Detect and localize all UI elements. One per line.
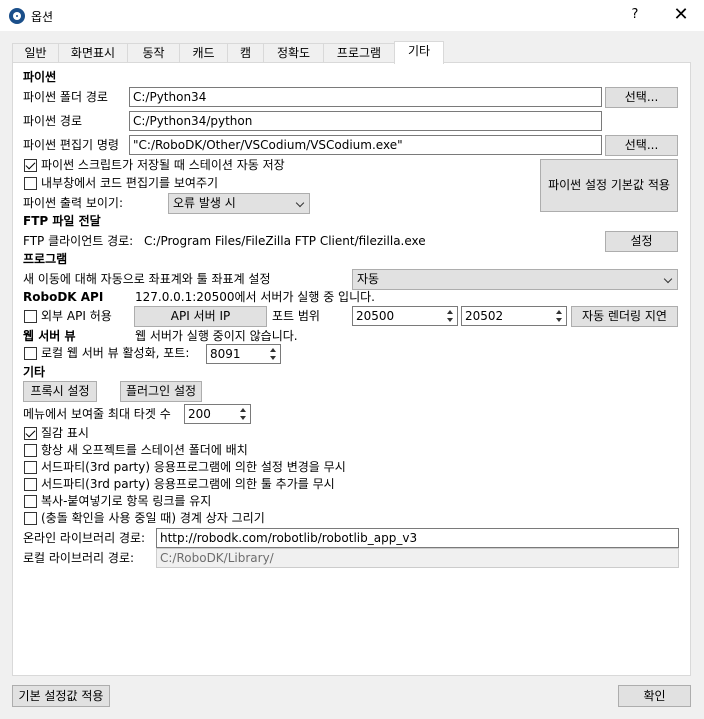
internal-editor-label: 내부창에서 코드 편집기를 보여주기 [41, 176, 219, 190]
station-folder-label: 항상 새 오프젝트를 스테이션 폴더에 배치 [41, 443, 248, 457]
python-output-label: 파이썬 출력 보이기: [23, 196, 123, 210]
python-defaults-button[interactable]: 파이썬 설정 기본값 적용 [540, 159, 678, 212]
external-api-checkbox[interactable] [24, 310, 37, 323]
ftp-client-label: FTP 클라이언트 경로: [23, 234, 134, 248]
apply-defaults-button[interactable]: 기본 설정값 적용 [12, 685, 110, 707]
coord-auto-label: 새 이동에 대해 자동으로 좌표계와 툴 좌표계 설정 [23, 272, 271, 286]
api-header: RoboDK API [23, 290, 104, 304]
online-lib-input[interactable]: http://robodk.com/robotlib/robotlib_app_… [156, 528, 679, 548]
web-port-value: 8091 [210, 347, 241, 361]
local-web-label: 로컬 웹 서버 뷰 활성화, 포트: [41, 346, 190, 360]
python-output-dropdown[interactable]: 오류 발생 시 [168, 193, 310, 214]
port-range-label: 포트 범위 [272, 309, 320, 323]
ftp-client-path: C:/Program Files/FileZilla FTP Client/fi… [144, 234, 426, 248]
web-port-spinbox[interactable]: 8091 [206, 344, 281, 364]
python-output-value: 오류 발생 시 [173, 196, 236, 210]
ignore-3rd-settings-checkbox[interactable] [24, 461, 37, 474]
max-targets-spinbox[interactable]: 200 [184, 404, 251, 424]
chevron-down-icon [663, 274, 673, 284]
program-header: 프로그램 [23, 252, 68, 266]
api-server-ip-button[interactable]: API 서버 IP [134, 306, 267, 327]
port-to-spinbox[interactable]: 20502 [461, 306, 567, 326]
tab-motion[interactable]: 동작 [127, 43, 180, 63]
proxy-settings-button[interactable]: 프록시 설정 [23, 381, 97, 402]
plugin-settings-button[interactable]: 플러그인 설정 [120, 381, 202, 402]
internal-editor-checkbox[interactable] [24, 177, 37, 190]
keep-links-label: 복사-붙여넣기로 항목 링크를 유지 [41, 494, 212, 508]
coord-auto-dropdown[interactable]: 자동 [352, 269, 678, 290]
python-folder-label: 파이썬 폴더 경로 [23, 90, 108, 104]
spin-arrows-icon[interactable] [237, 405, 250, 423]
tab-program[interactable]: 프로그램 [323, 43, 395, 63]
tab-display[interactable]: 화면표시 [58, 43, 128, 63]
python-folder-select-button[interactable]: 선택... [605, 87, 678, 108]
keep-links-checkbox[interactable] [24, 495, 37, 508]
ignore-3rd-tools-label: 서드파티(3rd party) 응용프로그램에 의한 툴 추가를 무시 [41, 477, 335, 491]
title-bar [0, 0, 704, 31]
tab-cad[interactable]: 캐드 [179, 43, 228, 63]
web-status: 웹 서버가 실행 중이지 않습니다. [135, 329, 298, 343]
ignore-3rd-tools-checkbox[interactable] [24, 478, 37, 491]
api-status: 127.0.0.1:20500에서 서버가 실행 중 입니다. [135, 290, 375, 304]
port-from-spinbox[interactable]: 20500 [352, 306, 458, 326]
ignore-3rd-settings-label: 서드파티(3rd party) 응용프로그램에 의한 설정 변경을 무시 [41, 460, 346, 474]
bounding-box-label: (충돌 확인을 사용 중일 때) 경계 상자 그리기 [41, 511, 265, 525]
close-button[interactable]: ✕ [666, 3, 696, 27]
max-targets-value: 200 [188, 407, 211, 421]
coord-auto-value: 자동 [357, 272, 380, 286]
spin-arrows-icon[interactable] [553, 307, 566, 325]
bounding-box-checkbox[interactable] [24, 512, 37, 525]
ok-button[interactable]: 확인 [618, 685, 691, 707]
ftp-header: FTP 파일 전달 [23, 214, 101, 228]
python-header: 파이썬 [23, 70, 57, 84]
spin-arrows-icon[interactable] [444, 307, 457, 325]
local-web-checkbox[interactable] [24, 347, 37, 360]
tab-cam[interactable]: 캠 [227, 43, 264, 63]
help-button[interactable]: ? [624, 5, 646, 25]
python-editor-input[interactable]: "C:/RoboDK/Other/VSCodium/VSCodium.exe" [129, 135, 602, 155]
python-editor-select-button[interactable]: 선택... [605, 135, 678, 156]
local-lib-label: 로컬 라이브러리 경로: [23, 551, 135, 565]
window-title: 옵션 [31, 10, 54, 24]
robodk-app-icon [9, 8, 25, 24]
online-lib-label: 온라인 라이브러리 경로: [23, 531, 146, 545]
python-path-label: 파이썬 경로 [23, 114, 83, 128]
max-targets-label: 메뉴에서 보여줄 최대 타겟 수 [23, 407, 171, 421]
tab-general[interactable]: 일반 [12, 43, 59, 63]
show-texture-label: 질감 표시 [41, 426, 89, 440]
port-to-value: 20502 [465, 309, 504, 323]
show-texture-checkbox[interactable] [24, 427, 37, 440]
chevron-down-icon [295, 198, 305, 208]
local-lib-input: C:/RoboDK/Library/ [156, 548, 679, 568]
tab-other[interactable]: 기타 [394, 41, 444, 64]
spin-arrows-icon[interactable] [267, 345, 280, 363]
ftp-settings-button[interactable]: 설정 [605, 231, 678, 252]
web-header: 웹 서버 뷰 [23, 329, 76, 343]
python-folder-input[interactable]: C:/Python34 [129, 87, 602, 107]
autosave-label: 파이썬 스크립트가 저장될 때 스테이션 자동 저장 [41, 158, 285, 172]
external-api-label: 외부 API 허용 [41, 309, 112, 323]
python-path-input[interactable]: C:/Python34/python [129, 111, 602, 131]
autosave-checkbox[interactable] [24, 159, 37, 172]
misc-header: 기타 [23, 365, 46, 379]
render-delay-button[interactable]: 자동 렌더링 지연 [571, 306, 678, 327]
station-folder-checkbox[interactable] [24, 444, 37, 457]
tab-accuracy[interactable]: 정확도 [263, 43, 324, 63]
python-editor-label: 파이썬 편집기 명령 [23, 138, 119, 152]
port-from-value: 20500 [356, 309, 395, 323]
